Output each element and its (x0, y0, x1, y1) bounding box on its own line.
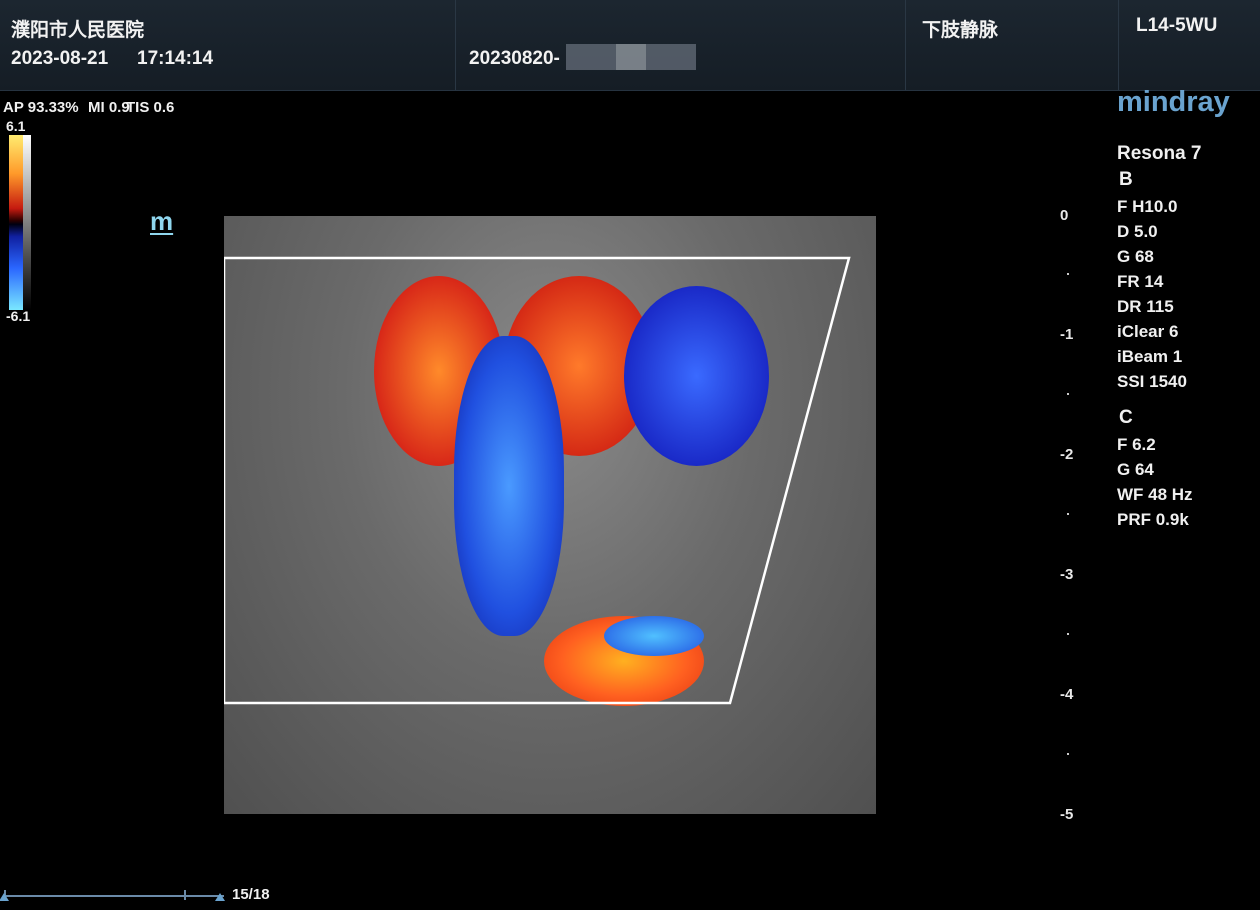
cine-current-tick[interactable] (184, 890, 186, 900)
acoustic-tis: TIS 0.6 (126, 99, 175, 116)
hospital-cell: 濮阳市人民医院 2023-08-21 17:14:14 (0, 0, 456, 90)
depth-label: 0 (1060, 207, 1069, 224)
depth-tick (1067, 753, 1069, 755)
exam-type: 下肢静脉 (922, 20, 999, 41)
cine-frame-counter: 15/18 (232, 886, 270, 903)
redacted-block (646, 44, 696, 70)
redacted-block (616, 44, 646, 70)
patient-id: 20230820- (469, 48, 560, 69)
device-name: Resona 7 (1117, 143, 1202, 164)
colorbar-max: 6.1 (6, 118, 26, 134)
b-param: FR 14 (1117, 272, 1164, 291)
c-param: PRF 0.9k (1117, 510, 1189, 529)
colorbar-min: -6.1 (6, 308, 31, 324)
m-mode-icon[interactable]: m (150, 206, 173, 237)
depth-tick (1067, 273, 1069, 275)
cine-start-marker-icon[interactable] (0, 893, 9, 901)
b-param: G 68 (1117, 247, 1154, 266)
mindray-logo: mindray (1117, 86, 1230, 118)
exam-date: 2023-08-21 (11, 48, 109, 69)
depth-tick (1067, 393, 1069, 395)
grayscale-bar (23, 135, 31, 310)
depth-tick (1067, 513, 1069, 515)
acoustic-ap: AP 93.33% (3, 99, 79, 116)
depth-label: -4 (1060, 686, 1074, 703)
probe-name: L14-5WU (1136, 15, 1218, 36)
b-param: SSI 1540 (1117, 372, 1187, 391)
ultrasound-image[interactable] (224, 216, 876, 814)
cine-timeline[interactable] (4, 895, 224, 897)
depth-label: -2 (1060, 446, 1074, 463)
depth-label: -5 (1060, 806, 1074, 823)
exam-time: 17:14:14 (137, 48, 214, 69)
b-param: iBeam 1 (1117, 347, 1183, 366)
depth-tick (1067, 633, 1069, 635)
c-param: WF 48 Hz (1117, 485, 1193, 504)
probe-cell: L14-5WU (1119, 0, 1260, 90)
b-param: D 5.0 (1117, 222, 1158, 241)
depth-label: -1 (1060, 326, 1074, 343)
acoustic-mi: MI 0.9 (88, 99, 130, 116)
color-roi-box[interactable] (224, 216, 876, 814)
b-param: F H10.0 (1117, 197, 1178, 216)
hospital-name: 濮阳市人民医院 (11, 20, 145, 41)
patient-cell: 20230820- (456, 0, 906, 90)
c-param: F 6.2 (1117, 435, 1156, 454)
depth-label: -3 (1060, 566, 1074, 583)
cine-end-marker-icon[interactable] (215, 893, 225, 901)
b-mode-header: B (1119, 169, 1133, 190)
b-param: iClear 6 (1117, 322, 1179, 341)
b-param: DR 115 (1117, 297, 1174, 316)
top-info-bar: 濮阳市人民医院 2023-08-21 17:14:14 20230820- 下肢… (0, 0, 1260, 91)
c-param: G 64 (1117, 460, 1154, 479)
exam-cell: 下肢静脉 (906, 0, 1119, 90)
redacted-block (566, 44, 616, 70)
c-mode-header: C (1119, 407, 1133, 428)
